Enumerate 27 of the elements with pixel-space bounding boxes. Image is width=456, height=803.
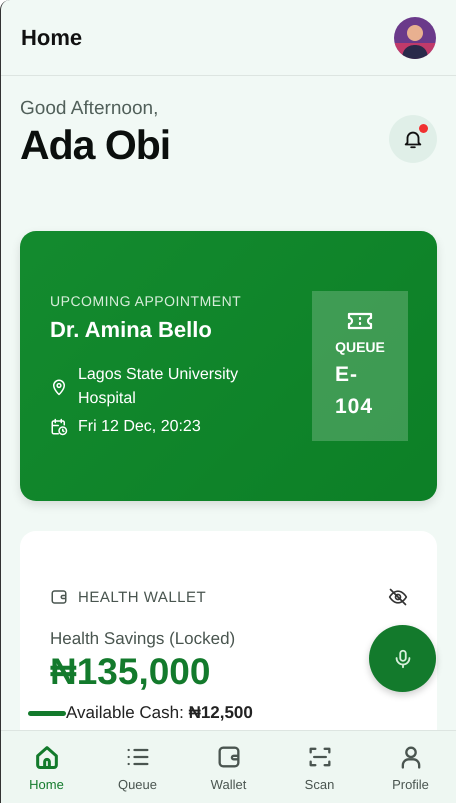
savings-label: Health Savings (Locked) xyxy=(50,629,236,649)
wallet-icon xyxy=(50,588,68,606)
savings-amount: ₦135,000 xyxy=(50,651,210,693)
available-cash-amount: ₦12,500 xyxy=(188,703,253,723)
doctor-name: Dr. Amina Bello xyxy=(50,317,213,343)
notifications-button[interactable] xyxy=(389,114,437,162)
nav-tab[interactable]: Queue xyxy=(102,742,172,792)
appointment-datetime: Fri 12 Dec, 20:23 xyxy=(78,417,201,437)
section-label: UPCOMING APPOINTMENT xyxy=(50,293,242,309)
nav-tab[interactable]: Profile xyxy=(376,742,446,792)
nav-tab[interactable]: Scan xyxy=(284,742,354,792)
available-cash-label: Available Cash: xyxy=(66,703,184,723)
wallet-title: HEALTH WALLET xyxy=(78,588,206,606)
nav-tab[interactable]: Home xyxy=(12,742,82,792)
user-name: Ada Obi xyxy=(20,122,170,169)
eye-off-icon[interactable] xyxy=(388,587,408,607)
page-title: Home xyxy=(21,24,82,50)
nav-tab[interactable]: Wallet xyxy=(194,742,264,792)
location-text: Lagos State University Hospital xyxy=(78,365,240,409)
accent-bar xyxy=(28,710,66,716)
queue-number: E-104 xyxy=(335,362,374,420)
calendar-clock-icon xyxy=(50,418,68,436)
queue-label: QUEUE xyxy=(335,339,385,355)
greeting-text: Good Afternoon, xyxy=(20,98,160,120)
avatar[interactable] xyxy=(394,16,436,58)
appointment-card[interactable]: UPCOMING APPOINTMENT Dr. Amina Bello Lagos State University Hospital Fri 12 Dec, 20:23 QUEUE E-104 xyxy=(20,231,437,501)
location-pin-icon xyxy=(50,378,68,396)
